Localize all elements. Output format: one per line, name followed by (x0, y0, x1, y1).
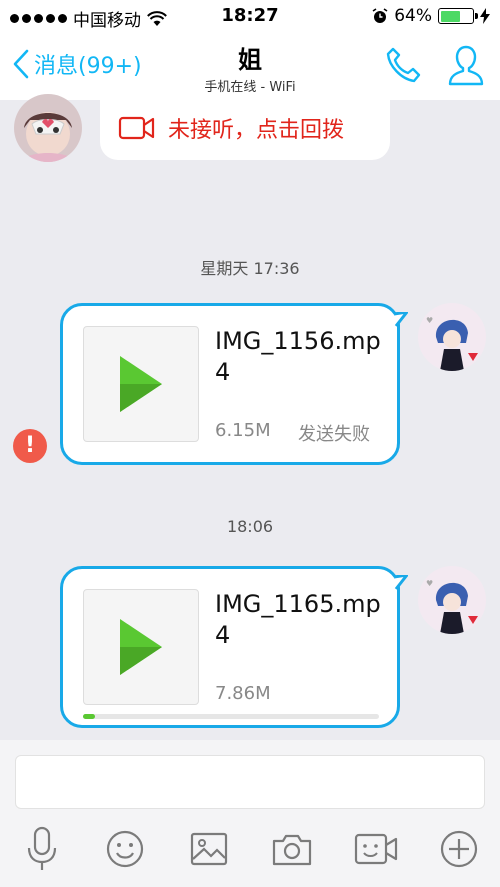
emoji-button[interactable] (102, 826, 148, 872)
timestamp: 18:06 (226, 517, 274, 536)
video-camera-icon (118, 116, 155, 140)
video-filename: IMG_1156.mp4 (215, 327, 381, 386)
video-call-button[interactable] (353, 826, 399, 872)
online-status: 手机在线 - WiFi (204, 80, 296, 95)
play-icon (120, 619, 162, 675)
voice-button[interactable] (19, 826, 65, 872)
play-icon (120, 356, 162, 412)
video-call-icon (354, 833, 398, 865)
bubble-tail (394, 575, 408, 590)
video-message-bubble[interactable]: IMG_1156.mp4 6.15M 发送失败 (60, 303, 408, 465)
send-failed-icon[interactable]: ! (13, 429, 47, 463)
battery-percent: 64% (394, 6, 432, 26)
camera-button[interactable] (269, 826, 315, 872)
status-bar: 中国移动 18:27 64% (0, 0, 500, 34)
upload-progress-bar (83, 714, 379, 719)
video-thumbnail[interactable] (83, 589, 199, 705)
alarm-icon (372, 8, 388, 23)
video-filename: IMG_1165.mp4 (215, 590, 381, 649)
send-status: 发送失败 (298, 424, 370, 445)
phone-icon (386, 47, 421, 83)
profile-button[interactable] (446, 44, 486, 92)
input-area (0, 740, 500, 887)
contact-avatar[interactable] (14, 94, 82, 162)
bubble-tail (394, 312, 408, 327)
my-avatar[interactable]: ♥ (418, 303, 486, 371)
nav-bar: 消息(99+) 姐 手机在线 - WiFi (0, 34, 500, 100)
video-message-bubble[interactable]: IMG_1165.mp4 7.86M (60, 566, 408, 728)
microphone-icon (27, 826, 57, 870)
plus-icon (440, 830, 478, 868)
image-button[interactable] (186, 826, 232, 872)
message-input[interactable] (15, 755, 485, 809)
phone-call-button[interactable] (385, 46, 421, 88)
chat-title: 姐 (238, 46, 262, 74)
camera-icon (272, 834, 312, 866)
video-thumbnail[interactable] (83, 326, 199, 442)
my-avatar[interactable]: ♥ (418, 566, 486, 634)
svg-text:♥: ♥ (426, 316, 433, 325)
missed-call-bubble[interactable]: 未接听，点击回拨 (100, 96, 390, 160)
charging-icon (480, 8, 490, 24)
emoji-icon (106, 830, 144, 868)
more-button[interactable] (436, 826, 482, 872)
input-toolbar (0, 826, 500, 872)
svg-text:♥: ♥ (426, 579, 433, 588)
video-filesize: 7.86M (215, 683, 271, 704)
video-filesize: 6.15M (215, 420, 271, 441)
timestamp: 星期天 17:36 (200, 259, 300, 278)
battery-icon (438, 8, 478, 24)
person-icon (448, 45, 484, 86)
missed-call-text: 未接听，点击回拨 (168, 118, 345, 143)
image-icon (190, 832, 228, 866)
